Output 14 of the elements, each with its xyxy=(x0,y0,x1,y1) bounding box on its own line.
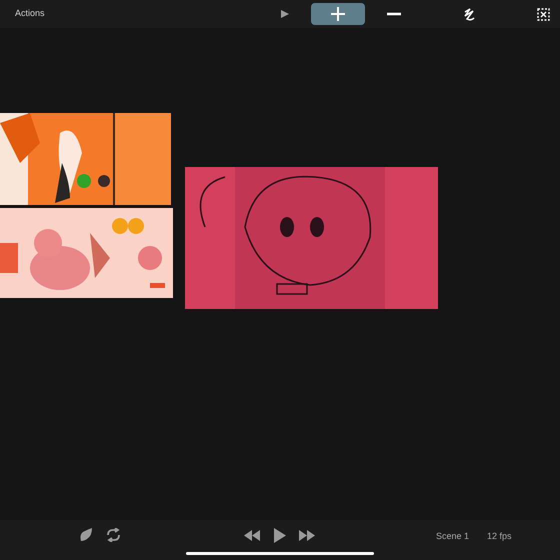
add-button[interactable] xyxy=(311,3,365,25)
fps-label[interactable]: 12 fps xyxy=(487,530,512,544)
loop-icon[interactable] xyxy=(106,528,121,542)
minus-icon xyxy=(387,12,401,16)
leaf-icon[interactable] xyxy=(79,528,93,542)
play-icon[interactable] xyxy=(274,528,286,543)
actions-menu[interactable]: Actions xyxy=(15,7,45,20)
squiggle-icon xyxy=(463,8,475,20)
play-icon xyxy=(280,9,290,19)
rewind-icon[interactable] xyxy=(244,530,260,541)
plus-icon xyxy=(331,7,345,21)
scene-label[interactable]: Scene 1 xyxy=(436,530,470,544)
fast-forward-icon[interactable] xyxy=(299,530,315,541)
clear-selection-icon xyxy=(536,8,550,20)
